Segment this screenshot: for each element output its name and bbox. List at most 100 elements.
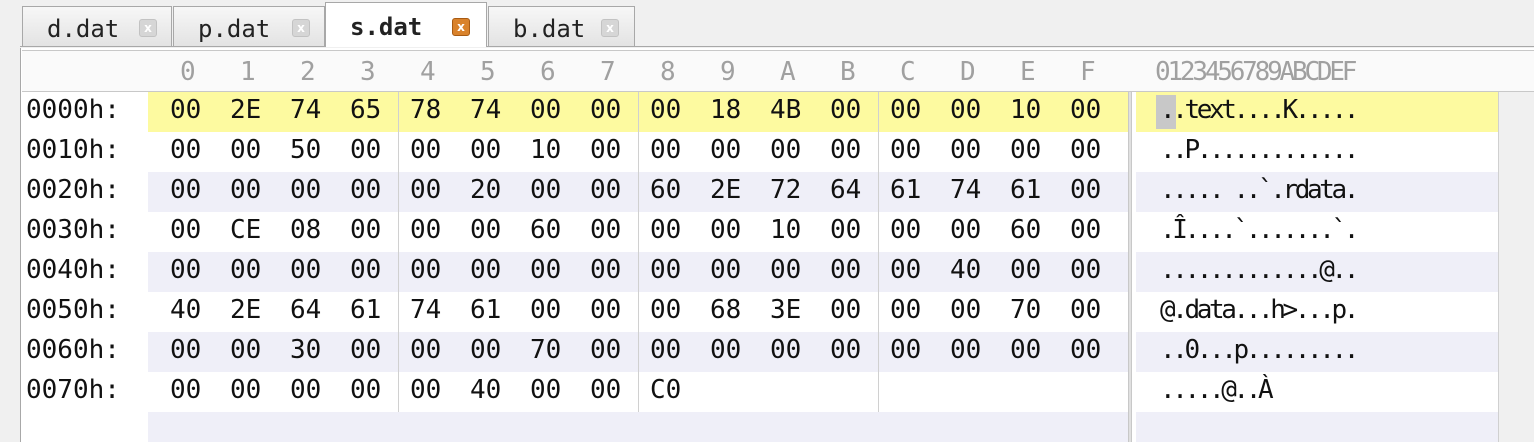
close-icon[interactable]: x	[601, 19, 619, 37]
hex-byte[interactable]: 30	[290, 335, 321, 365]
hex-byte[interactable]: 00	[950, 215, 981, 245]
hex-byte[interactable]: 00	[830, 295, 861, 325]
hex-byte[interactable]: 00	[1070, 95, 1101, 125]
hex-byte[interactable]: 4B	[770, 95, 801, 125]
close-icon[interactable]: x	[139, 19, 157, 37]
hex-byte[interactable]: 00	[890, 295, 921, 325]
hex-byte[interactable]: 00	[590, 175, 621, 205]
hex-byte[interactable]: 2E	[230, 295, 261, 325]
hex-byte[interactable]: 20	[470, 175, 501, 205]
hex-byte[interactable]: 00	[470, 135, 501, 165]
hex-byte[interactable]: 00	[1070, 335, 1101, 365]
hex-byte[interactable]: 00	[470, 215, 501, 245]
hex-byte[interactable]: 00	[650, 95, 681, 125]
hex-byte[interactable]: 00	[770, 135, 801, 165]
hex-byte[interactable]: 00	[530, 175, 561, 205]
hex-byte[interactable]: 70	[1010, 295, 1041, 325]
tab-s-dat[interactable]: s.dat x	[325, 2, 487, 47]
hex-byte[interactable]: 00	[950, 335, 981, 365]
hex-byte[interactable]: 00	[830, 335, 861, 365]
hex-byte[interactable]: 00	[1070, 135, 1101, 165]
close-icon[interactable]: x	[452, 18, 470, 36]
hex-byte[interactable]: 00	[650, 295, 681, 325]
hex-byte[interactable]: 74	[290, 95, 321, 125]
hex-byte[interactable]: 61	[890, 175, 921, 205]
hex-byte[interactable]: 00	[890, 135, 921, 165]
hex-byte[interactable]: 00	[830, 135, 861, 165]
ascii-text[interactable]: .....@..À	[1160, 375, 1274, 405]
hex-byte[interactable]: 00	[770, 255, 801, 285]
hex-byte[interactable]: 00	[290, 255, 321, 285]
hex-byte[interactable]: 00	[290, 175, 321, 205]
hex-byte[interactable]: 00	[170, 375, 201, 405]
hex-byte[interactable]: 74	[410, 295, 441, 325]
hex-byte[interactable]: 00	[170, 135, 201, 165]
hex-byte[interactable]: 00	[410, 175, 441, 205]
hex-byte[interactable]: 00	[230, 135, 261, 165]
hex-byte[interactable]: 3E	[770, 295, 801, 325]
hex-byte[interactable]: 2E	[710, 175, 741, 205]
hex-byte[interactable]: 00	[590, 375, 621, 405]
hex-byte[interactable]: 00	[230, 255, 261, 285]
hex-byte[interactable]: 00	[1010, 135, 1041, 165]
hex-byte[interactable]: 00	[350, 335, 381, 365]
hex-byte[interactable]: 18	[710, 95, 741, 125]
hex-byte[interactable]: 61	[350, 295, 381, 325]
hex-byte[interactable]: 00	[950, 95, 981, 125]
hex-byte[interactable]: 00	[650, 335, 681, 365]
ascii-text[interactable]: .............@..	[1160, 255, 1359, 285]
hex-byte[interactable]: 00	[350, 375, 381, 405]
hex-byte[interactable]: 00	[530, 375, 561, 405]
hex-byte[interactable]: 00	[1070, 175, 1101, 205]
hex-byte[interactable]: 10	[1010, 95, 1041, 125]
hex-byte[interactable]: 61	[470, 295, 501, 325]
tab-d-dat[interactable]: d.dat x	[22, 6, 172, 46]
hex-byte[interactable]: 64	[830, 175, 861, 205]
hex-byte[interactable]: 00	[530, 95, 561, 125]
hex-byte[interactable]: 00	[830, 215, 861, 245]
hex-byte[interactable]: 00	[590, 335, 621, 365]
hex-byte[interactable]: 00	[590, 295, 621, 325]
ascii-text[interactable]: ..0...p.........	[1160, 335, 1359, 365]
hex-byte[interactable]: 00	[470, 335, 501, 365]
ascii-text[interactable]: ..... ..`.rdata.	[1160, 175, 1359, 205]
hex-byte[interactable]: 74	[470, 95, 501, 125]
hex-byte[interactable]: 00	[710, 215, 741, 245]
hex-byte[interactable]: 00	[350, 215, 381, 245]
hex-byte[interactable]: 00	[170, 335, 201, 365]
hex-byte[interactable]: 00	[890, 335, 921, 365]
hex-byte[interactable]: 00	[650, 135, 681, 165]
hex-byte[interactable]: 00	[410, 375, 441, 405]
hex-byte[interactable]: 00	[410, 135, 441, 165]
close-icon[interactable]: x	[292, 19, 310, 37]
hex-byte[interactable]: 70	[530, 335, 561, 365]
ascii-text[interactable]: .Î....`.......`.	[1160, 215, 1359, 245]
hex-byte[interactable]: 61	[1010, 175, 1041, 205]
hex-byte[interactable]: 00	[710, 255, 741, 285]
hex-byte[interactable]: 2E	[230, 95, 261, 125]
hex-byte[interactable]: 40	[470, 375, 501, 405]
hex-byte[interactable]: 10	[530, 135, 561, 165]
hex-byte[interactable]: 00	[650, 255, 681, 285]
hex-byte[interactable]: 00	[410, 215, 441, 245]
hex-byte[interactable]: 00	[590, 95, 621, 125]
hex-byte[interactable]: 60	[650, 175, 681, 205]
ascii-text[interactable]: @.data...h>...p.	[1160, 295, 1359, 325]
ascii-text[interactable]: ..text....K.....	[1160, 95, 1359, 125]
hex-byte[interactable]: 00	[1010, 335, 1041, 365]
hex-byte[interactable]: 00	[890, 95, 921, 125]
hex-byte[interactable]: 00	[710, 135, 741, 165]
ascii-text[interactable]: ..P.............	[1160, 135, 1359, 165]
hex-byte[interactable]: 00	[830, 95, 861, 125]
hex-byte[interactable]: 72	[770, 175, 801, 205]
hex-byte[interactable]: 60	[530, 215, 561, 245]
hex-byte[interactable]: 60	[1010, 215, 1041, 245]
hex-byte[interactable]: 00	[290, 375, 321, 405]
hex-byte[interactable]: 00	[1070, 255, 1101, 285]
hex-byte[interactable]: 00	[170, 255, 201, 285]
hex-byte[interactable]: 00	[590, 215, 621, 245]
hex-byte[interactable]: 08	[290, 215, 321, 245]
hex-byte[interactable]: 00	[410, 335, 441, 365]
pane-splitter[interactable]	[1128, 92, 1132, 442]
hex-byte[interactable]: 00	[770, 335, 801, 365]
